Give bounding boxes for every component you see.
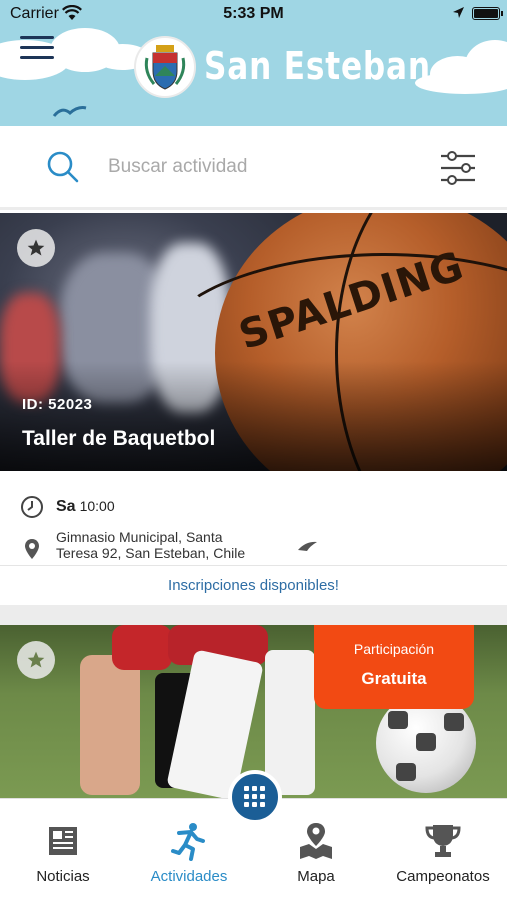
tab-label: Mapa [297, 868, 335, 885]
clock: 5:33 PM [223, 5, 284, 22]
signup-link[interactable]: Inscripciones disponibles! [0, 577, 507, 594]
apps-grid-button[interactable] [228, 770, 282, 824]
newspaper-icon [43, 821, 83, 861]
bird-logo-icon [296, 539, 318, 558]
menu-icon-bar [20, 46, 54, 49]
clock-icon [20, 495, 44, 519]
tab-label: Noticias [36, 868, 90, 885]
activity-time: 10:00 [79, 498, 115, 514]
tab-actividades[interactable]: Actividades [126, 799, 252, 900]
menu-icon-bar [20, 36, 54, 39]
player-shorts [112, 625, 172, 670]
activity-card-image[interactable]: SPALDING ID: 52023 Taller de Baquetbol [0, 213, 507, 471]
filter-sliders-icon[interactable] [438, 148, 478, 188]
free-participation-badge: Participación Gratuita [314, 625, 474, 709]
search-icon[interactable] [44, 148, 82, 186]
activity-day: Sa [56, 498, 76, 515]
battery-icon [472, 7, 503, 20]
menu-button[interactable] [20, 36, 54, 64]
activity-title: Taller de Baquetbol [22, 427, 216, 450]
app-header: Carrier 5:33 PM San Esteban [0, 0, 507, 126]
tab-campeonatos[interactable]: Campeonatos [380, 799, 506, 900]
city-crest-logo [134, 36, 196, 98]
app-title: San Esteban [204, 44, 431, 88]
schedule-row: Sa 10:00 [20, 495, 115, 519]
location-arrow-icon [452, 6, 465, 24]
activity-id: ID: 52023 [22, 396, 93, 413]
favorite-button[interactable] [17, 229, 55, 267]
runner-icon [169, 821, 209, 861]
location-pin-icon [20, 537, 44, 561]
star-icon [27, 651, 45, 668]
bird-icon [52, 106, 87, 117]
tab-label: Actividades [150, 868, 228, 885]
player-sock [265, 650, 315, 795]
badge-label: Participación [353, 641, 435, 657]
map-pin-icon [296, 821, 336, 861]
favorite-button[interactable] [17, 641, 55, 679]
activity-address: Gimnasio Municipal, Santa Teresa 92, San… [56, 529, 246, 561]
trophy-icon [423, 821, 463, 861]
player-leg [80, 655, 140, 795]
tab-noticias[interactable]: Noticias [0, 799, 126, 900]
tab-label: Campeonatos [396, 868, 490, 885]
search-bar [0, 126, 507, 210]
status-bar: Carrier 5:33 PM [0, 0, 507, 28]
star-icon [27, 239, 45, 256]
search-input[interactable] [108, 150, 408, 184]
location-row: Gimnasio Municipal, Santa Teresa 92, San… [20, 529, 318, 561]
badge-value: Gratuita [361, 669, 427, 688]
menu-icon-bar [20, 56, 54, 59]
